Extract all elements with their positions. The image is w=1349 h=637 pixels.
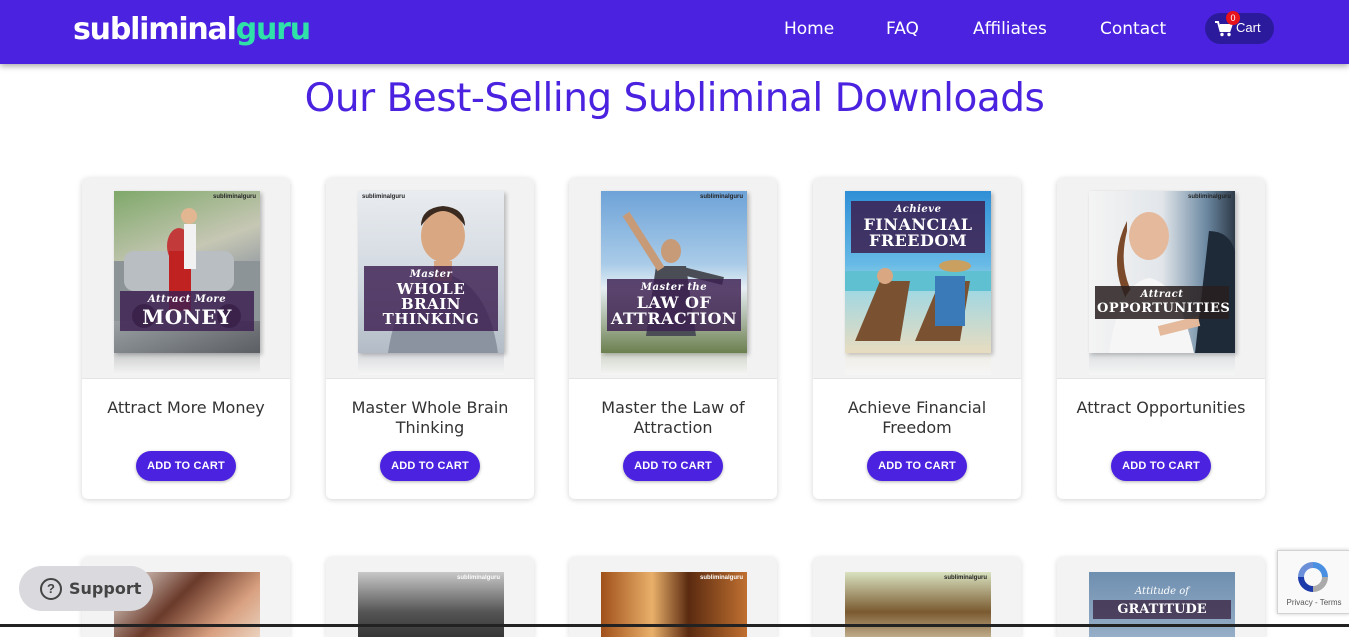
product-cover-image: subliminalguru Attract More MONEY: [114, 191, 260, 353]
page-title: Our Best-Selling Subliminal Downloads: [304, 76, 1045, 121]
product-name[interactable]: Attract More Money: [82, 398, 290, 418]
product-card: subliminalguru Attract More MONEY Attrac…: [82, 178, 290, 499]
product-thumbnail[interactable]: subliminalguru Master WHOLE BRAIN THINKI…: [326, 178, 534, 379]
add-to-cart-button[interactable]: ADD TO CART: [867, 451, 967, 481]
nav-home[interactable]: Home: [784, 0, 834, 58]
product-cover-image: subliminalguru Attract OPPORTUNITIES: [1089, 191, 1235, 353]
product-cover-image: subliminalguru: [601, 572, 747, 637]
logo-text-primary: subliminal: [73, 12, 237, 47]
cart-button[interactable]: 0 Cart: [1205, 11, 1274, 44]
nav-contact[interactable]: Contact: [1100, 0, 1166, 58]
nav-faq[interactable]: FAQ: [886, 0, 919, 58]
cover-title: Master WHOLE BRAIN THINKING: [364, 266, 498, 331]
cover-title: GRATITUDE: [1093, 600, 1231, 619]
recaptcha-links[interactable]: Privacy - Terms: [1278, 598, 1349, 607]
cover-subtitle: Attitude of: [1135, 586, 1189, 597]
recaptcha-badge[interactable]: Privacy - Terms: [1277, 550, 1349, 614]
nav-affiliates[interactable]: Affiliates: [973, 0, 1047, 58]
product-card: subliminalguru Master the LAW OF ATTRACT…: [569, 178, 777, 499]
support-button[interactable]: ? Support: [19, 566, 153, 611]
add-to-cart-button[interactable]: ADD TO CART: [623, 451, 723, 481]
cover-reflection: [114, 353, 260, 375]
add-to-cart-button[interactable]: ADD TO CART: [1111, 451, 1211, 481]
product-name[interactable]: Attract Opportunities: [1057, 398, 1265, 418]
cover-title: Attract More MONEY: [120, 291, 254, 331]
add-to-cart-button[interactable]: ADD TO CART: [380, 451, 480, 481]
product-card: subliminalguru Attract OPPORTUNITIES Att…: [1057, 178, 1265, 499]
product-card: Achieve FINANCIAL FREEDOM Achieve Financ…: [813, 178, 1021, 499]
logo-text-accent: guru: [235, 12, 311, 47]
product-name[interactable]: Master the Law of Attraction: [569, 398, 777, 438]
product-cover-image: subliminalguru Master WHOLE BRAIN THINKI…: [358, 191, 504, 353]
product-name[interactable]: Master Whole Brain Thinking: [326, 398, 534, 438]
recaptcha-icon: [1298, 562, 1328, 592]
cover-title: Achieve FINANCIAL FREEDOM: [851, 201, 985, 253]
cover-reflection: [845, 353, 991, 375]
site-logo[interactable]: subliminalguru: [73, 11, 311, 49]
cover-reflection: [358, 353, 504, 375]
cover-reflection: [1089, 353, 1235, 375]
handshake-illustration: [1109, 212, 1235, 353]
product-thumbnail[interactable]: Achieve FINANCIAL FREEDOM: [813, 178, 1021, 379]
product-thumbnail[interactable]: subliminalguru Attract More MONEY: [82, 178, 290, 379]
cover-brand-mark: subliminalguru: [699, 575, 743, 581]
product-thumbnail[interactable]: subliminalguru Attract OPPORTUNITIES: [1057, 178, 1265, 379]
cover-title: Attract OPPORTUNITIES: [1095, 286, 1230, 319]
product-name[interactable]: Achieve Financial Freedom: [813, 398, 1021, 438]
cart-label: Cart: [1236, 20, 1261, 35]
product-card: subliminalguru Master WHOLE BRAIN THINKI…: [326, 178, 534, 499]
product-cover-image: Achieve FINANCIAL FREEDOM: [845, 191, 991, 353]
add-to-cart-button[interactable]: ADD TO CART: [136, 451, 236, 481]
cover-title: Master the LAW OF ATTRACTION: [607, 279, 741, 331]
product-cover-image: subliminalguru: [358, 572, 504, 637]
help-icon: ?: [40, 578, 62, 600]
cover-brand-mark: subliminalguru: [456, 575, 500, 581]
cover-brand-mark: subliminalguru: [212, 194, 256, 200]
product-cover-image: subliminalguru: [845, 572, 991, 637]
cover-brand-mark: subliminalguru: [362, 194, 406, 200]
product-thumbnail[interactable]: subliminalguru Master the LAW OF ATTRACT…: [569, 178, 777, 379]
cover-reflection: [601, 353, 747, 375]
cover-brand-mark: subliminalguru: [699, 194, 743, 200]
product-cover-image: Attitude of GRATITUDE: [1089, 572, 1235, 637]
cover-brand-mark: subliminalguru: [1187, 194, 1231, 200]
site-header: subliminalguru Home FAQ Affiliates Conta…: [0, 0, 1349, 64]
cover-brand-mark: subliminalguru: [943, 575, 987, 581]
product-cover-image: subliminalguru Master the LAW OF ATTRACT…: [601, 191, 747, 353]
support-label: Support: [69, 579, 142, 598]
